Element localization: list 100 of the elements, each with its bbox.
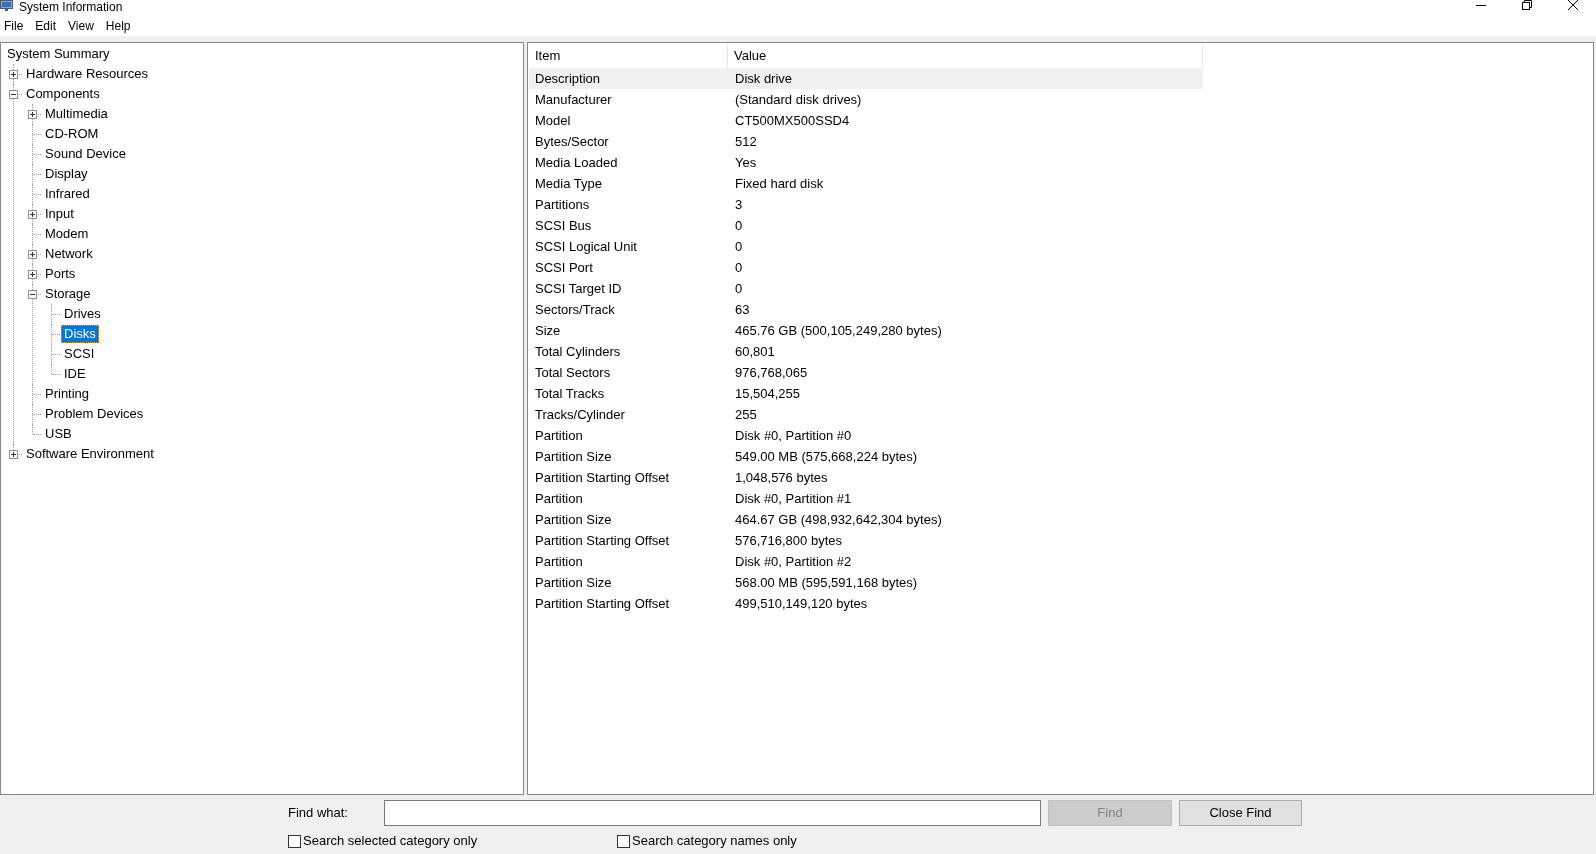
- table-cell-text: Disk #0, Partition #2: [734, 553, 853, 570]
- list-row[interactable]: Total Sectors 976,768,065: [529, 362, 1203, 383]
- close-find-button[interactable]: Close Find: [1179, 800, 1302, 826]
- tree-item[interactable]: Sound Device: [42, 145, 129, 163]
- plus-box-icon[interactable]: [28, 110, 37, 119]
- table-cell-text: CT500MX500SSD4: [734, 112, 851, 129]
- tree-item[interactable]: System Summary: [4, 45, 113, 63]
- checkbox-label[interactable]: Search selected category only: [303, 833, 478, 849]
- table-cell-text: Description: [534, 70, 602, 87]
- list-row[interactable]: Media Type Fixed hard disk: [529, 173, 1203, 194]
- tree-item[interactable]: Drives: [61, 305, 104, 323]
- minus-box-icon[interactable]: [28, 290, 37, 299]
- list-row[interactable]: Partition Starting Offset 499,510,149,120 bytes: [529, 593, 1203, 614]
- tree-item[interactable]: Hardware Resources: [23, 65, 152, 83]
- table-cell-text: 1,048,576 bytes: [734, 469, 829, 486]
- list-row[interactable]: Tracks/Cylinder 255: [529, 404, 1203, 425]
- table-cell-text: Media Loaded: [534, 154, 619, 171]
- plus-box-icon[interactable]: [28, 250, 37, 259]
- checkbox[interactable]: [288, 834, 301, 848]
- table-cell-text: Disk #0, Partition #0: [734, 427, 853, 444]
- table-cell-text: 63: [734, 301, 751, 318]
- list-row[interactable]: Size 465.76 GB (500,105,249,280 bytes): [529, 320, 1203, 341]
- table-cell-text: SCSI Logical Unit: [534, 238, 638, 255]
- table-cell-text: Partition Starting Offset: [534, 469, 671, 486]
- table-cell-text: Yes: [734, 154, 758, 171]
- minus-box-icon[interactable]: [9, 90, 18, 99]
- plus-box-icon[interactable]: [28, 270, 37, 279]
- list-row[interactable]: Description Disk drive: [529, 68, 1203, 89]
- list-row[interactable]: Total Cylinders 60,801: [529, 341, 1203, 362]
- tree-item[interactable]: Network: [42, 245, 96, 263]
- tree-item[interactable]: Software Environment: [23, 445, 157, 463]
- checkbox[interactable]: [617, 834, 630, 848]
- table-cell-text: Manufacturer: [534, 91, 613, 108]
- table-cell-text: 0: [734, 259, 744, 276]
- tree-item[interactable]: Modem: [42, 225, 92, 243]
- table-cell-text: 576,716,800 bytes: [734, 532, 843, 549]
- tree-item[interactable]: Disks: [61, 325, 99, 343]
- list-row[interactable]: SCSI Logical Unit 0: [529, 236, 1203, 257]
- table-cell-text: Fixed hard disk: [734, 175, 825, 192]
- table-cell-text: 568.00 MB (595,591,168 bytes): [734, 574, 919, 591]
- tree-item[interactable]: Components: [23, 85, 103, 103]
- plus-box-icon[interactable]: [9, 70, 18, 79]
- find-field[interactable]: [384, 800, 1041, 826]
- tree-item[interactable]: Infrared: [42, 185, 93, 203]
- table-cell-text: Model: [534, 112, 572, 129]
- table-cell-text: Partition: [534, 490, 584, 507]
- tree-item[interactable]: Storage: [42, 285, 94, 303]
- table-cell-text: 549.00 MB (575,668,224 bytes): [734, 448, 919, 465]
- list-row[interactable]: Partition Starting Offset 576,716,800 bytes: [529, 530, 1203, 551]
- list-row[interactable]: Partition Disk #0, Partition #1: [529, 488, 1203, 509]
- list-row[interactable]: Bytes/Sector 512: [529, 131, 1203, 152]
- list-row[interactable]: Partition Size 568.00 MB (595,591,168 bytes): [529, 572, 1203, 593]
- tree-item[interactable]: IDE: [61, 365, 89, 383]
- table-cell-text: Partition Starting Offset: [534, 532, 671, 549]
- list-row[interactable]: Sectors/Track 63: [529, 299, 1203, 320]
- plus-box-icon[interactable]: [9, 450, 18, 459]
- list-row[interactable]: Partition Disk #0, Partition #2: [529, 551, 1203, 572]
- table-cell-text: Disk drive: [734, 70, 794, 87]
- list-row[interactable]: Manufacturer (Standard disk drives): [529, 89, 1203, 110]
- tree-item[interactable]: Input: [42, 205, 77, 223]
- list-row[interactable]: Partitions 3: [529, 194, 1203, 215]
- list-row[interactable]: SCSI Target ID 0: [529, 278, 1203, 299]
- list-row[interactable]: SCSI Bus 0: [529, 215, 1203, 236]
- window-title: System Information: [19, 0, 123, 14]
- table-cell-text: Partition Size: [534, 511, 613, 528]
- menu-item[interactable]: Edit: [35, 18, 57, 34]
- table-cell-text: 976,768,065: [734, 364, 809, 381]
- list-row[interactable]: Total Tracks 15,504,255: [529, 383, 1203, 404]
- close-icon[interactable]: [1568, 0, 1578, 10]
- table-cell-text: 0: [734, 238, 744, 255]
- list-row[interactable]: Model CT500MX500SSD4: [529, 110, 1203, 131]
- table-cell-text: Total Tracks: [534, 385, 606, 402]
- list-row[interactable]: Media Loaded Yes: [529, 152, 1203, 173]
- menu-item[interactable]: Help: [105, 18, 131, 34]
- restore-icon[interactable]: [1522, 0, 1532, 10]
- table-cell-text: 464.67 GB (498,932,642,304 bytes): [734, 511, 943, 528]
- table-cell-text: (Standard disk drives): [734, 91, 863, 108]
- tree-item[interactable]: Display: [42, 165, 91, 183]
- table-cell-text: 465.76 GB (500,105,249,280 bytes): [734, 322, 943, 339]
- tree-item[interactable]: SCSI: [61, 345, 98, 363]
- plus-box-icon[interactable]: [28, 210, 37, 219]
- table-cell-text: 0: [734, 217, 744, 234]
- tree-item[interactable]: Multimedia: [42, 105, 111, 123]
- list-row[interactable]: Partition Starting Offset 1,048,576 bytes: [529, 467, 1203, 488]
- list-row[interactable]: Partition Size 464.67 GB (498,932,642,304 bytes): [529, 509, 1203, 530]
- table-cell-text: Total Cylinders: [534, 343, 622, 360]
- list-row[interactable]: Partition Size 549.00 MB (575,668,224 bytes): [529, 446, 1203, 467]
- field-label: Find what:: [288, 804, 348, 820]
- list-row[interactable]: Partition Disk #0, Partition #0: [529, 425, 1203, 446]
- tree-item[interactable]: CD-ROM: [42, 125, 102, 143]
- menu-item[interactable]: View: [68, 18, 94, 34]
- list-row[interactable]: SCSI Port 0: [529, 257, 1203, 278]
- tree-item[interactable]: Problem Devices: [42, 405, 147, 423]
- tree-item[interactable]: Ports: [42, 265, 79, 283]
- checkbox-label[interactable]: Search category names only: [632, 833, 797, 849]
- tree-item[interactable]: Printing: [42, 385, 93, 403]
- table-cell-text: 3: [734, 196, 744, 213]
- tree-item[interactable]: USB: [42, 425, 75, 443]
- computer-icon: [0, 0, 13, 11]
- menu-item[interactable]: File: [4, 18, 24, 34]
